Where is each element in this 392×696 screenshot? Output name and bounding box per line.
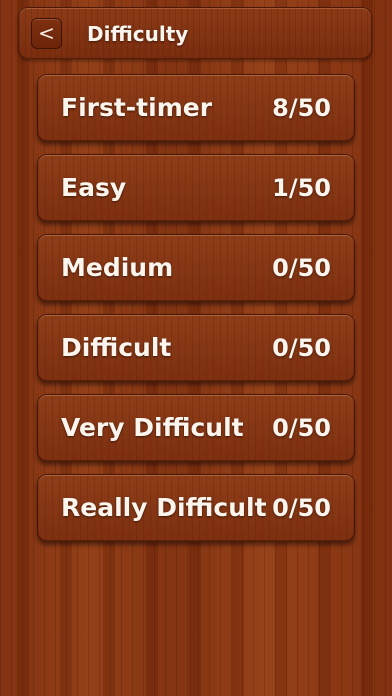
difficulty-really-difficult-button[interactable]: Really Difficult 0/50	[37, 474, 355, 542]
header-bar: < Difficulty	[18, 7, 372, 59]
page-title: Difficulty	[87, 22, 189, 46]
difficulty-medium-button[interactable]: Medium 0/50	[37, 234, 355, 302]
difficulty-list: First-timer 8/50 Easy 1/50 Medium 0/50 D…	[37, 74, 355, 554]
difficulty-very-difficult-button[interactable]: Very Difficult 0/50	[37, 394, 355, 462]
back-button[interactable]: <	[31, 18, 62, 49]
difficulty-progress: 0/50	[272, 494, 331, 522]
difficulty-progress: 8/50	[272, 94, 331, 122]
difficulty-easy-button[interactable]: Easy 1/50	[37, 154, 355, 222]
difficulty-name: Medium	[61, 253, 174, 282]
difficulty-progress: 0/50	[272, 414, 331, 442]
difficulty-progress: 0/50	[272, 254, 331, 282]
difficulty-name: Easy	[61, 173, 127, 202]
back-arrow-icon: <	[38, 21, 55, 45]
difficulty-progress: 0/50	[272, 334, 331, 362]
difficulty-name: First-timer	[61, 93, 213, 122]
difficulty-progress: 1/50	[272, 174, 331, 202]
difficulty-first-timer-button[interactable]: First-timer 8/50	[37, 74, 355, 142]
difficulty-name: Difficult	[61, 333, 172, 362]
difficulty-difficult-button[interactable]: Difficult 0/50	[37, 314, 355, 382]
difficulty-name: Really Difficult	[61, 493, 267, 522]
difficulty-name: Very Difficult	[61, 413, 244, 442]
